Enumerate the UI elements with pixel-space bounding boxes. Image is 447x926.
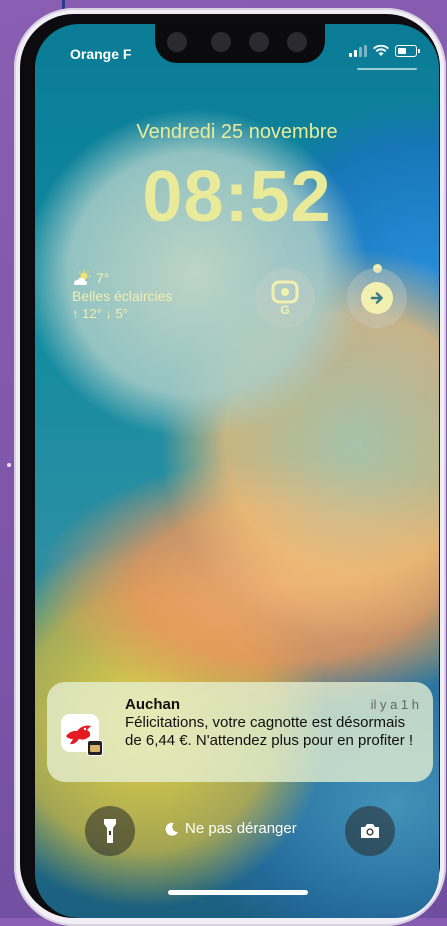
sensor-dot <box>211 32 231 52</box>
lock-time: 08:52 <box>142 157 332 237</box>
wallet-icon <box>87 740 103 756</box>
cellular-signal-icon <box>349 45 367 57</box>
navigation-arrow-icon <box>361 282 393 314</box>
sensor-dot <box>167 32 187 52</box>
camera-button[interactable] <box>345 806 395 856</box>
lock-screen: Orange F Vendredi 25 novembre 08:52 7° B… <box>35 24 439 918</box>
focus-status[interactable]: Ne pas déranger <box>165 820 297 837</box>
focus-label: Ne pas déranger <box>185 820 297 837</box>
lock-date: Vendredi 25 novembre <box>136 121 338 143</box>
status-underline <box>357 68 417 70</box>
google-lens-widget[interactable]: G <box>255 268 315 328</box>
carrier-label: Orange F <box>70 46 132 62</box>
weather-high-low: ↑ 12° ↓ 5° <box>72 306 128 321</box>
weather-temperature: 7° <box>96 270 110 286</box>
decorative-dot <box>7 463 11 467</box>
sensor-dot <box>287 32 307 52</box>
notification-app-name: Auchan <box>125 696 181 713</box>
weather-widget[interactable]: 7° Belles éclaircies ↑ 12° ↓ 5° <box>72 269 172 323</box>
home-indicator[interactable] <box>168 890 308 895</box>
wifi-icon <box>373 45 389 56</box>
camera-icon <box>361 824 379 838</box>
notification-card[interactable]: Auchan il y a 1 h Félicitations, votre c… <box>47 682 433 782</box>
google-lens-label: G <box>280 303 289 316</box>
sensor-dot <box>249 32 269 52</box>
google-lens-icon: G <box>271 280 299 316</box>
notification-time: il y a 1 h <box>370 697 419 712</box>
flashlight-icon <box>104 819 116 843</box>
notification-body: Félicitations, votre cagnotte est désorm… <box>125 714 414 749</box>
weather-condition: Belles éclaircies <box>72 288 173 304</box>
battery-icon <box>395 45 420 57</box>
status-icons <box>349 45 420 57</box>
navigation-widget[interactable] <box>347 268 407 328</box>
flashlight-button[interactable] <box>85 806 135 856</box>
dynamic-notch <box>155 24 325 63</box>
partly-sunny-icon <box>74 270 91 285</box>
moon-icon <box>165 822 178 836</box>
